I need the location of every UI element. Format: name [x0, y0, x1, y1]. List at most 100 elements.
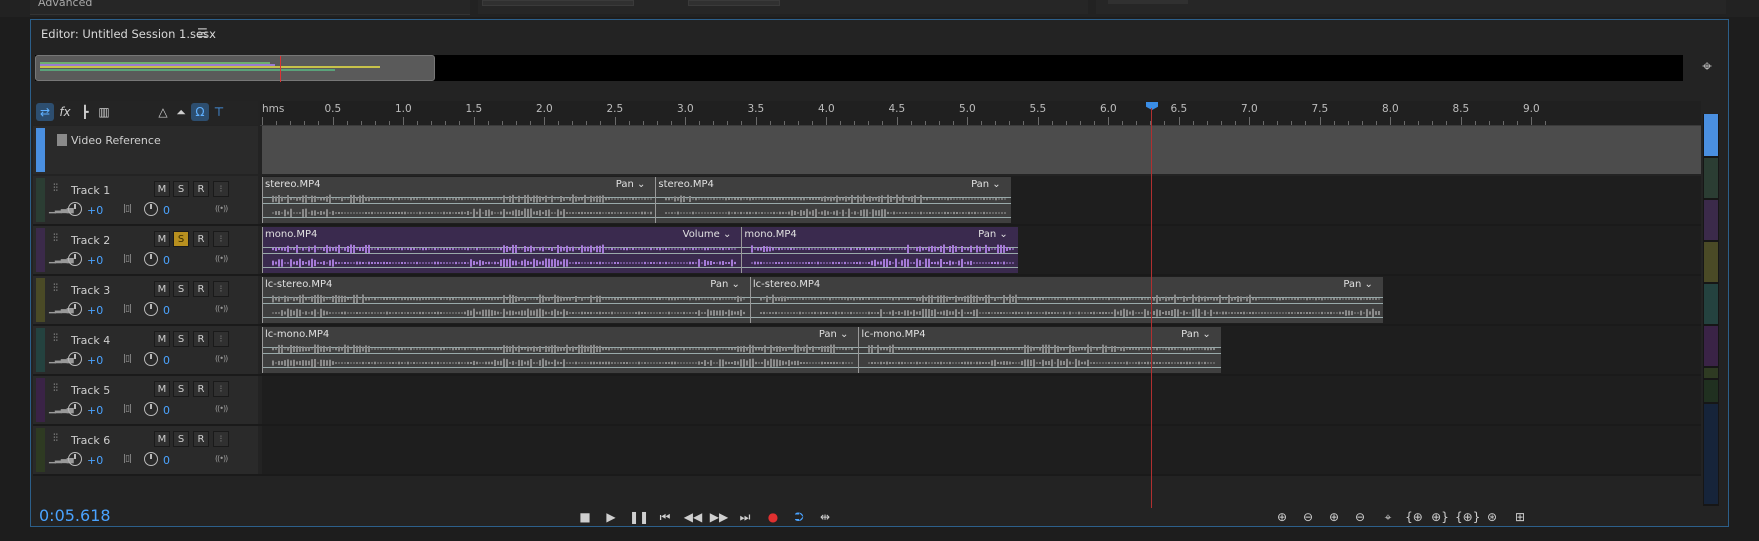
- pan-knob[interactable]: [144, 302, 158, 316]
- panel-menu-icon[interactable]: ☰: [197, 26, 208, 40]
- current-time-display[interactable]: 0:05.618: [39, 506, 111, 525]
- zoom-out-time-icon[interactable]: ⊖: [1349, 507, 1371, 527]
- track-row[interactable]: ⫶⫶ Track 2 M S R ⁝ ▁▂▃▄ +0 |▯| 0 ((•)) mono.MP4 Volu…: [33, 226, 1701, 276]
- record-arm-button[interactable]: R: [193, 431, 209, 447]
- monitor-input-button[interactable]: ⁝: [213, 231, 229, 247]
- track-name[interactable]: Track 4: [71, 334, 110, 347]
- track-lane[interactable]: mono.MP4 Volume ⌄ mono.MP4 Pan ⌄: [262, 226, 1701, 274]
- clip-envelope-dropdown[interactable]: Pan ⌄: [978, 229, 1008, 240]
- volume-value[interactable]: +0: [87, 354, 103, 367]
- zoom-to-all-tracks-icon[interactable]: ⊞: [1509, 507, 1531, 527]
- clip-envelope-dropdown[interactable]: Volume ⌄: [683, 229, 732, 240]
- skip-to-start-icon[interactable]: ⏮: [655, 507, 675, 527]
- mute-button[interactable]: M: [154, 431, 170, 447]
- skip-to-end-icon[interactable]: ⏭: [735, 507, 755, 527]
- zoom-in-amplitude-icon[interactable]: ⊕: [1271, 507, 1293, 527]
- time-ruler[interactable]: hms 0.5 1.0 1.5 2.0 2.5 3.0 3.5 4.0 4.5 5.0 5.5 6.0…: [260, 101, 1701, 126]
- clip-envelope-dropdown[interactable]: Pan ⌄: [971, 179, 1001, 190]
- zoom-to-playhead-icon[interactable]: ⌖: [1696, 56, 1718, 78]
- track-name[interactable]: Track 6: [71, 434, 110, 447]
- loop-playback-icon[interactable]: ⮊: [789, 507, 809, 527]
- solo-button[interactable]: S: [173, 331, 189, 347]
- pan-value[interactable]: 0: [163, 354, 170, 367]
- track-lane[interactable]: [262, 426, 1701, 474]
- track-name[interactable]: Track 3: [71, 284, 110, 297]
- inputs-outputs-icon[interactable]: ⇄: [36, 103, 54, 121]
- pan-value[interactable]: 0: [163, 454, 170, 467]
- track-lane[interactable]: stereo.MP4 Pan ⌄ stereo.MP4 Pan ⌄: [262, 176, 1701, 224]
- volume-knob[interactable]: [68, 452, 82, 466]
- overview-zoom-thumb[interactable]: [35, 55, 435, 82]
- track-lane[interactable]: lc-mono.MP4 Pan ⌄ lc-mono.MP4 Pan ⌄: [262, 326, 1701, 374]
- volume-value[interactable]: +0: [87, 454, 103, 467]
- clip-envelope-dropdown[interactable]: Pan ⌄: [819, 329, 849, 340]
- effects-fx-icon[interactable]: fx: [56, 103, 74, 121]
- track-name[interactable]: Track 2: [71, 234, 110, 247]
- solo-button[interactable]: S: [173, 231, 189, 247]
- volume-knob[interactable]: [68, 402, 82, 416]
- clip-envelope-dropdown[interactable]: Pan ⌄: [710, 279, 740, 290]
- audio-clip[interactable]: lc-mono.MP4 Pan ⌄: [262, 327, 859, 373]
- mute-button[interactable]: M: [154, 181, 170, 197]
- zoom-in-in-point-icon[interactable]: {⊕: [1403, 507, 1425, 527]
- pan-knob[interactable]: [144, 252, 158, 266]
- zoom-to-playhead-transport-icon[interactable]: ⊛: [1481, 507, 1503, 527]
- solo-button[interactable]: S: [173, 281, 189, 297]
- audio-clip[interactable]: lc-mono.MP4 Pan ⌄: [858, 327, 1221, 373]
- audio-clip[interactable]: stereo.MP4 Pan ⌄: [262, 177, 656, 223]
- pan-value[interactable]: 0: [163, 254, 170, 267]
- zoom-in-time-icon[interactable]: ⊕: [1323, 507, 1345, 527]
- sends-icon[interactable]: ┣: [76, 103, 94, 121]
- stop-icon[interactable]: ■: [575, 507, 595, 527]
- clip-envelope-dropdown[interactable]: Pan ⌄: [1181, 329, 1211, 340]
- monitor-input-button[interactable]: ⁝: [213, 431, 229, 447]
- mute-button[interactable]: M: [154, 281, 170, 297]
- track-name[interactable]: Track 5: [71, 384, 110, 397]
- video-reference-track[interactable]: Video Reference: [33, 126, 1701, 174]
- clip-envelope-dropdown[interactable]: Pan ⌄: [1343, 279, 1373, 290]
- track-row[interactable]: ⫶⫶ Track 5 M S R ⁝ ▁▂▃▄ +0 |▯| 0 ((•)): [33, 376, 1701, 426]
- record-arm-button[interactable]: R: [193, 381, 209, 397]
- zoom-to-selection-icon[interactable]: {⊕}: [1455, 507, 1480, 527]
- solo-button[interactable]: S: [173, 381, 189, 397]
- volume-value[interactable]: +0: [87, 304, 103, 317]
- record-icon[interactable]: ●: [763, 507, 783, 527]
- zoom-in-out-point-icon[interactable]: ⊕}: [1429, 507, 1451, 527]
- record-arm-button[interactable]: R: [193, 281, 209, 297]
- pan-knob[interactable]: [144, 402, 158, 416]
- pan-knob[interactable]: [144, 202, 158, 216]
- track-lane[interactable]: lc-stereo.MP4 Pan ⌄ lc-stereo.MP4 Pan ⌄: [262, 276, 1701, 324]
- pan-value[interactable]: 0: [163, 204, 170, 217]
- track-row[interactable]: ⫶⫶ Track 1 M S R ⁝ ▁▂▃▄ +0 |▯| 0 ((•)) stereo.MP4 Pa…: [33, 176, 1701, 226]
- track-name[interactable]: Track 1: [71, 184, 110, 197]
- volume-value[interactable]: +0: [87, 404, 103, 417]
- record-arm-button[interactable]: R: [193, 181, 209, 197]
- solo-button[interactable]: S: [173, 431, 189, 447]
- headphones-icon[interactable]: Ω: [191, 103, 209, 121]
- metronome-icon[interactable]: △: [154, 103, 172, 121]
- automation-icon[interactable]: ⏶: [172, 103, 190, 121]
- track-row[interactable]: ⫶⫶ Track 6 M S R ⁝ ▁▂▃▄ +0 |▯| 0 ((•)): [33, 426, 1701, 476]
- vertical-scrollbar[interactable]: [1703, 114, 1719, 506]
- session-overview[interactable]: [35, 55, 1683, 82]
- audio-clip[interactable]: mono.MP4 Volume ⌄: [262, 227, 742, 273]
- zoom-out-amplitude-icon[interactable]: ⊖: [1297, 507, 1319, 527]
- volume-knob[interactable]: [68, 202, 82, 216]
- pan-knob[interactable]: [144, 452, 158, 466]
- video-lane[interactable]: [262, 126, 1701, 174]
- audio-clip[interactable]: lc-stereo.MP4 Pan ⌄: [749, 277, 1383, 323]
- mute-button[interactable]: M: [154, 331, 170, 347]
- audio-clip[interactable]: stereo.MP4 Pan ⌄: [655, 177, 1011, 223]
- volume-knob[interactable]: [68, 252, 82, 266]
- volume-knob[interactable]: [68, 352, 82, 366]
- monitor-input-button[interactable]: ⁝: [213, 331, 229, 347]
- skip-selection-icon[interactable]: ⇹: [815, 507, 835, 527]
- advanced-section[interactable]: Advanced: [30, 0, 470, 15]
- volume-value[interactable]: +0: [87, 254, 103, 267]
- track-lane[interactable]: [262, 376, 1701, 424]
- mute-button[interactable]: M: [154, 381, 170, 397]
- pan-value[interactable]: 0: [163, 304, 170, 317]
- solo-button[interactable]: S: [173, 181, 189, 197]
- eq-icon[interactable]: ▥: [95, 103, 113, 121]
- pan-knob[interactable]: [144, 352, 158, 366]
